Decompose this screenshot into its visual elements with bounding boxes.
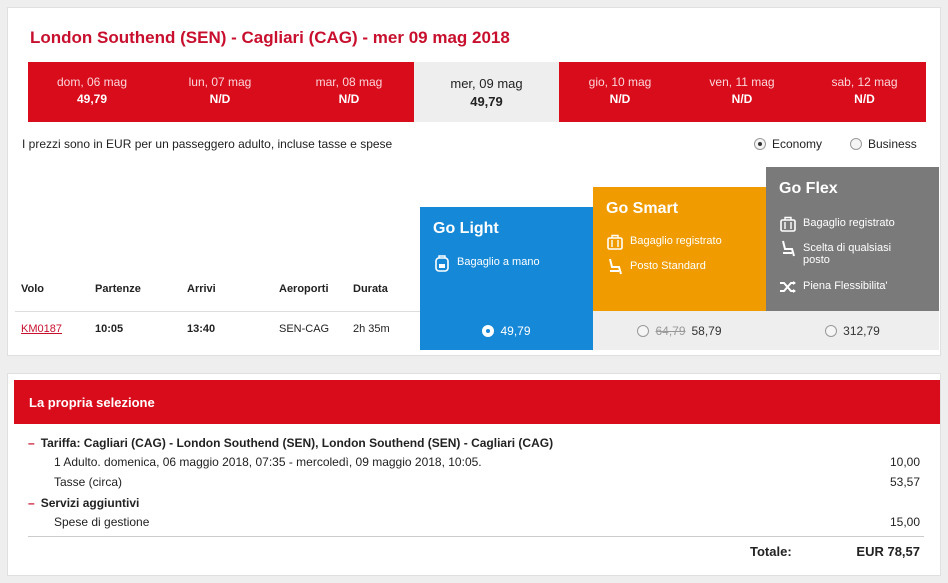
taxes-value: 53,57 — [889, 475, 920, 489]
seat-icon — [606, 258, 624, 276]
tariff-detail: 1 Adulto. domenica, 06 maggio 2018, 07:3… — [54, 455, 482, 469]
suitcase-icon — [606, 233, 624, 251]
col-partenze: Partenze — [95, 283, 141, 295]
fees-label: Spese di gestione — [54, 515, 150, 529]
shuffle-icon — [779, 278, 797, 296]
economy-label: Economy — [772, 137, 823, 151]
total-value: EUR 78,57 — [856, 544, 920, 559]
date-label: sab, 12 mag — [831, 75, 898, 89]
fare-feature-label: Posto Standard — [630, 260, 706, 272]
collapse-icon[interactable]: – — [28, 496, 35, 510]
price-note: I prezzi sono in EUR per un passeggero a… — [22, 137, 393, 151]
date-price: N/D — [854, 92, 875, 106]
backpack-icon — [433, 254, 451, 272]
total-label: Totale: — [750, 544, 792, 559]
price-value: 49,79 — [500, 323, 531, 338]
date-label: ven, 11 mag — [709, 75, 775, 89]
economy-option[interactable]: Economy — [754, 137, 822, 151]
fare-feature: Piena Flessibilita' — [779, 278, 888, 296]
fare-feature: Bagaglio a mano — [433, 254, 540, 272]
fare-feature-label: Bagaglio a mano — [457, 256, 540, 268]
taxes-label: Tasse (circa) — [54, 475, 123, 489]
flight-search-panel: London Southend (SEN) - Cagliari (CAG) -… — [7, 7, 941, 356]
date-price: 49,79 — [470, 94, 503, 109]
date-label: mar, 08 mag — [315, 75, 383, 89]
date-tab-6[interactable]: sab, 12 mag N/D — [803, 62, 926, 122]
fare-go-flex[interactable]: Go Flex Bagaglio registrato Scelta di qu… — [766, 167, 939, 311]
departure-time: 10:05 — [95, 323, 124, 335]
row-divider — [15, 311, 420, 312]
fare-feature: Bagaglio registrato — [779, 215, 895, 233]
price-value: 58,79 — [691, 323, 722, 338]
price-go-flex-radio[interactable] — [825, 324, 838, 337]
price-go-smart-radio[interactable] — [637, 324, 650, 337]
flight-number-link[interactable]: KM0187 — [21, 323, 62, 335]
date-tab-1[interactable]: lun, 07 mag N/D — [156, 62, 284, 122]
selection-panel: La propria selezione – Tariffa: Cagliari … — [7, 373, 941, 576]
col-volo: Volo — [21, 283, 45, 295]
fare-name: Go Light — [433, 220, 499, 237]
date-tab-selected[interactable]: mer, 09 mag 49,79 — [414, 62, 559, 122]
selection-title: La propria selezione — [14, 380, 940, 424]
fare-feature: Posto Standard — [606, 258, 706, 276]
date-price: N/D — [209, 92, 231, 106]
fare-feature-label: Piena Flessibilita' — [803, 280, 888, 292]
price-go-light[interactable]: 49,79 — [420, 311, 593, 350]
fare-feature: Bagaglio registrato — [606, 233, 722, 251]
tariff-label: Tariffa: Cagliari (CAG) - London Southen… — [40, 436, 554, 450]
date-tab-2[interactable]: mar, 08 mag N/D — [284, 62, 414, 122]
date-label: gio, 10 mag — [588, 75, 652, 89]
fare-name: Go Flex — [779, 180, 838, 197]
tariff-value: 10,00 — [889, 455, 920, 469]
fare-feature-label: Bagaglio registrato — [803, 217, 895, 229]
col-aeroporti: Aeroporti — [279, 283, 329, 295]
date-label: dom, 06 mag — [56, 75, 128, 89]
flight-number-cell: KM0187 — [21, 323, 62, 335]
date-tab-5[interactable]: ven, 11 mag N/D — [681, 62, 803, 122]
suitcase-icon — [779, 215, 797, 233]
business-option[interactable]: Business — [850, 137, 917, 151]
fare-go-smart[interactable]: Go Smart Bagaglio registrato Posto Stand… — [593, 187, 766, 311]
date-price: N/D — [609, 92, 631, 106]
fare-name: Go Smart — [606, 200, 679, 217]
price-value: 312,79 — [843, 323, 880, 338]
date-tab-4[interactable]: gio, 10 mag N/D — [559, 62, 681, 122]
fare-go-light[interactable]: Go Light Bagaglio a mano — [420, 207, 593, 311]
arrival-time: 13:40 — [187, 323, 216, 335]
route-title: London Southend (SEN) - Cagliari (CAG) -… — [30, 28, 510, 47]
date-label: mer, 09 mag — [450, 76, 523, 91]
economy-radio[interactable] — [754, 138, 766, 150]
tariff-row: – Tariffa: Cagliari (CAG) - London Southe… — [28, 436, 553, 450]
services-label: Servizi aggiuntivi — [40, 496, 140, 510]
price-go-light-radio[interactable] — [482, 324, 495, 337]
business-label: Business — [868, 137, 917, 151]
date-price: 49,79 — [76, 92, 108, 106]
col-durata: Durata — [353, 283, 388, 295]
services-row: – Servizi aggiuntivi — [28, 496, 139, 510]
business-radio[interactable] — [850, 138, 862, 150]
date-label: lun, 07 mag — [188, 75, 252, 89]
duration: 2h 35m — [353, 323, 390, 335]
fare-feature: Scelta di qualsiasi posto — [779, 240, 913, 266]
price-go-smart[interactable]: 64,79 58,79 — [593, 311, 766, 350]
date-tab-0[interactable]: dom, 06 mag 49,79 — [28, 62, 156, 122]
fare-feature-label: Scelta di qualsiasi posto — [803, 242, 892, 266]
date-price: N/D — [338, 92, 360, 106]
fare-feature-label: Bagaglio registrato — [630, 235, 722, 247]
date-price: N/D — [731, 92, 753, 106]
seat-select-icon — [779, 240, 797, 258]
total-divider — [28, 536, 924, 537]
col-arrivi: Arrivi — [187, 283, 216, 295]
price-go-flex[interactable]: 312,79 — [766, 311, 939, 350]
price-old-value: 64,79 — [655, 323, 686, 338]
airports: SEN-CAG — [279, 323, 330, 335]
collapse-icon[interactable]: – — [28, 436, 35, 450]
fees-value: 15,00 — [889, 515, 920, 529]
date-strip: dom, 06 mag 49,79 lun, 07 mag N/D mar, 0… — [28, 62, 926, 122]
